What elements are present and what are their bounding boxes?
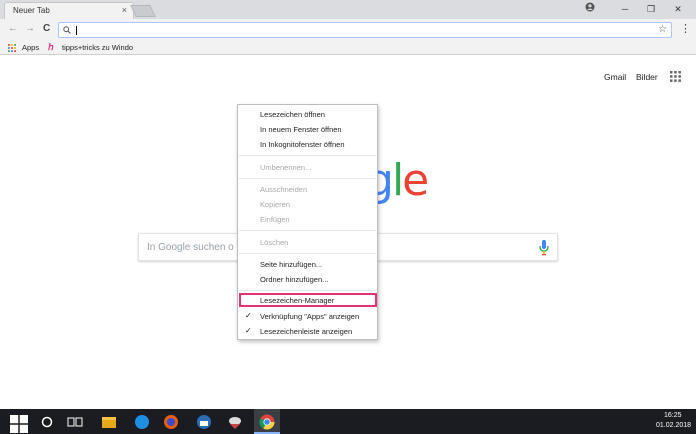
file-explorer-icon[interactable] (100, 413, 118, 431)
menu-item-lesezeichenleiste[interactable]: Lesezeichenleiste anzeigen (260, 327, 352, 336)
text-caret (76, 26, 77, 35)
bilder-link[interactable]: Bilder (636, 72, 658, 82)
close-window-button[interactable]: ✕ (668, 1, 688, 17)
toolbar: ← → C ☆ ⋮ (0, 19, 696, 41)
logo-letter-e: e (402, 155, 429, 206)
new-tab-page: Gmail Bilder gle In Google suchen o Lese… (0, 55, 696, 409)
tab-neuer-tab[interactable]: Neuer Tab × (4, 2, 134, 19)
google-apps-icon[interactable] (670, 71, 681, 82)
bookmark-tipps-tricks[interactable]: tipps+tricks zu Windo (62, 43, 133, 52)
menu-separator (239, 178, 376, 179)
menu-item-neues-fenster[interactable]: In neuem Fenster öffnen (260, 125, 342, 134)
app-icon[interactable] (226, 413, 244, 431)
apps-grid-icon (8, 44, 16, 52)
bookmark-apps[interactable]: Apps (22, 43, 39, 52)
new-tab-button[interactable] (130, 5, 156, 17)
safari-icon[interactable] (133, 413, 151, 431)
logo-letter-l: l (391, 155, 404, 206)
menu-item-kopieren: Kopieren (260, 200, 291, 209)
tab-close-icon[interactable]: × (122, 5, 127, 15)
bookmarks-bar: Apps ℎ tipps+tricks zu Windo (0, 41, 696, 55)
forward-icon[interactable]: → (25, 23, 35, 34)
menu-item-seite-hinzufuegen[interactable]: Seite hinzufügen... (260, 260, 322, 269)
windows-taskbar: 16:25 01.02.2018 (0, 409, 696, 434)
back-icon[interactable]: ← (8, 23, 18, 34)
menu-item-lesezeichen-manager[interactable]: Lesezeichen-Manager (260, 296, 334, 305)
thunderbird-icon[interactable] (195, 413, 213, 431)
bookmark-context-menu: Lesezeichen öffnen In neuem Fenster öffn… (237, 104, 378, 340)
reload-icon[interactable]: C (43, 23, 50, 34)
windows-start-icon[interactable] (10, 415, 28, 433)
gmail-link[interactable]: Gmail (604, 72, 626, 82)
check-icon: ✓ (245, 326, 252, 335)
menu-item-ordner-hinzufuegen[interactable]: Ordner hinzufügen... (260, 275, 328, 284)
chrome-icon[interactable] (258, 413, 276, 431)
microphone-icon[interactable] (539, 240, 549, 256)
maximize-button[interactable]: ❐ (641, 1, 661, 17)
menu-item-umbenennen: Umbenennen... (260, 163, 312, 172)
menu-item-loeschen: Löschen (260, 238, 289, 247)
menu-separator (239, 253, 376, 254)
omnibox-input[interactable]: ☆ (58, 22, 672, 38)
tab-title: Neuer Tab (13, 6, 50, 15)
tippstricks-logo-icon: ℎ (48, 42, 54, 52)
menu-item-ausschneiden: Ausschneiden (260, 185, 308, 194)
search-icon (63, 26, 71, 34)
menu-separator (239, 230, 376, 231)
menu-item-einfuegen: Einfügen (260, 215, 290, 224)
minimize-button[interactable]: ─ (615, 1, 635, 17)
chrome-menu-icon[interactable]: ⋮ (680, 22, 691, 35)
profile-icon[interactable] (580, 1, 600, 17)
tab-strip: Neuer Tab × ─ ❐ ✕ (0, 0, 696, 19)
clock-date[interactable]: 01.02.2018 (656, 422, 691, 429)
menu-separator (239, 290, 376, 291)
check-icon: ✓ (245, 311, 252, 320)
search-placeholder: In Google suchen o (147, 242, 234, 253)
menu-item-lesezeichen-oeffnen[interactable]: Lesezeichen öffnen (260, 110, 325, 119)
firefox-icon[interactable] (162, 413, 180, 431)
task-view-icon[interactable] (66, 413, 84, 431)
menu-item-apps-verknuepfung[interactable]: Verknüpfung "Apps" anzeigen (260, 312, 359, 321)
menu-item-inkognito[interactable]: In Inkognitofenster öffnen (260, 140, 345, 149)
clock-time[interactable]: 16:25 (664, 412, 682, 419)
menu-separator (239, 155, 376, 156)
cortana-icon[interactable] (38, 413, 56, 431)
star-icon[interactable]: ☆ (658, 24, 667, 35)
